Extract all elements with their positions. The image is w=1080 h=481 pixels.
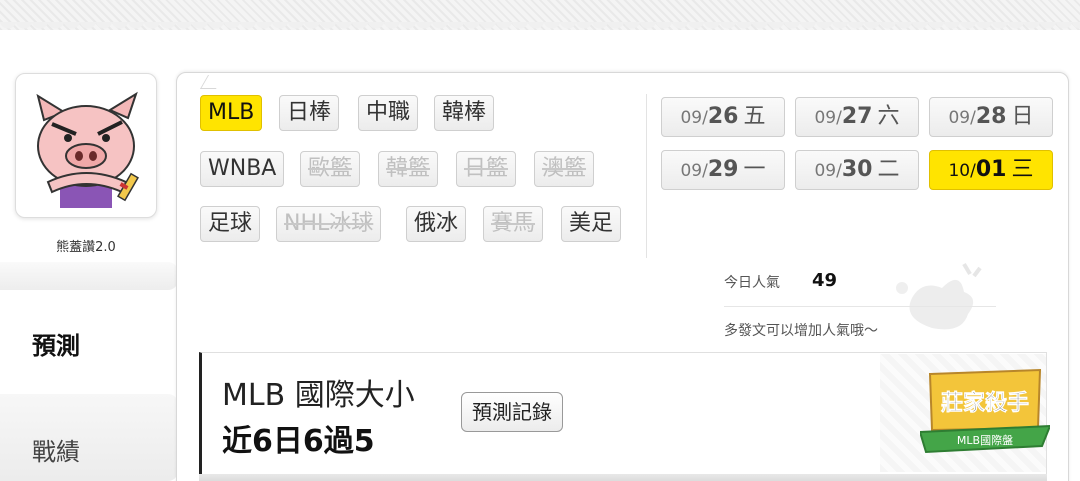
date-weekday: 二 (877, 157, 900, 182)
sidebar-tab-record[interactable] (0, 394, 178, 481)
league-tag-cpbl[interactable]: 中職 (358, 95, 419, 131)
pig-avatar-icon (36, 91, 139, 208)
date-0926[interactable]: 09/26 五 (661, 97, 785, 137)
header-scallop-edge (0, 22, 1080, 38)
date-month: 10/ (948, 161, 976, 181)
date-day: 30 (841, 157, 873, 182)
league-tag-khl[interactable]: 俄冰 (406, 206, 467, 242)
prediction-title: MLB 國際大小 (222, 378, 415, 413)
date-weekday: 六 (877, 104, 900, 129)
league-tag-kbo[interactable]: 韓棒 (434, 95, 495, 131)
date-weekday: 日 (1011, 104, 1034, 129)
date-0930[interactable]: 09/30 二 (795, 150, 919, 190)
date-day: 27 (841, 104, 873, 129)
league-tag-npb[interactable]: 日棒 (279, 95, 340, 131)
date-day: 28 (975, 104, 1007, 129)
date-day: 01 (975, 157, 1007, 182)
decorative-splash-icon (896, 262, 982, 330)
league-tag-horse-racing[interactable]: 賽馬 (483, 206, 544, 242)
league-tag-wnba[interactable]: WNBA (200, 151, 285, 187)
prediction-summary: 近6日6過5 (222, 424, 375, 459)
date-weekday: 三 (1011, 157, 1034, 182)
league-tag-mlb[interactable]: MLB (200, 95, 263, 131)
date-1001[interactable]: 10/01 三 (929, 150, 1053, 190)
popularity-note: 多發文可以增加人氣哦～ (724, 323, 878, 339)
badge-title: 莊家殺手 (941, 390, 1029, 416)
league-tag-euro-basketball[interactable]: 歐籃 (300, 151, 361, 187)
date-weekday: 五 (743, 104, 766, 129)
date-0929[interactable]: 09/29 一 (661, 150, 785, 190)
username: 熊蓋讚2.0 (56, 240, 116, 255)
date-day: 26 (707, 104, 739, 129)
league-tag-soccer[interactable]: 足球 (200, 206, 261, 242)
popularity-label: 今日人氣 (724, 275, 780, 291)
date-month: 09/ (680, 108, 708, 128)
sidebar-item-record[interactable]: 戰績 (32, 432, 80, 467)
date-month: 09/ (814, 108, 842, 128)
date-month: 09/ (680, 161, 708, 181)
card-bottom-bar (199, 474, 1047, 481)
sidebar-tab-spacer (0, 262, 178, 290)
date-0928[interactable]: 09/28 日 (929, 97, 1053, 137)
badge-icon: 莊家殺手 MLB國際盤 (920, 368, 1050, 454)
date-weekday: 一 (743, 157, 766, 182)
popularity-divider (724, 306, 996, 307)
sidebar-tab-predict[interactable] (0, 290, 178, 394)
league-tag-nfl[interactable]: 美足 (561, 206, 622, 242)
league-tag-japan-basketball[interactable]: 日籃 (456, 151, 517, 187)
popularity-value: 49 (812, 270, 838, 291)
league-tag-korea-basketball[interactable]: 韓籃 (378, 151, 439, 187)
prediction-record-button[interactable]: 預測記錄 (461, 392, 563, 432)
date-month: 09/ (948, 108, 976, 128)
league-tag-australia-basketball[interactable]: 澳籃 (534, 151, 595, 187)
avatar[interactable] (15, 73, 157, 218)
date-month: 09/ (814, 161, 842, 181)
divider (646, 94, 647, 258)
league-tag-nhl[interactable]: NHL冰球 (276, 206, 382, 242)
date-0927[interactable]: 09/27 六 (795, 97, 919, 137)
date-day: 29 (707, 157, 739, 182)
sidebar-item-predict[interactable]: 預測 (32, 326, 80, 361)
badge-subtitle: MLB國際盤 (957, 434, 1013, 447)
